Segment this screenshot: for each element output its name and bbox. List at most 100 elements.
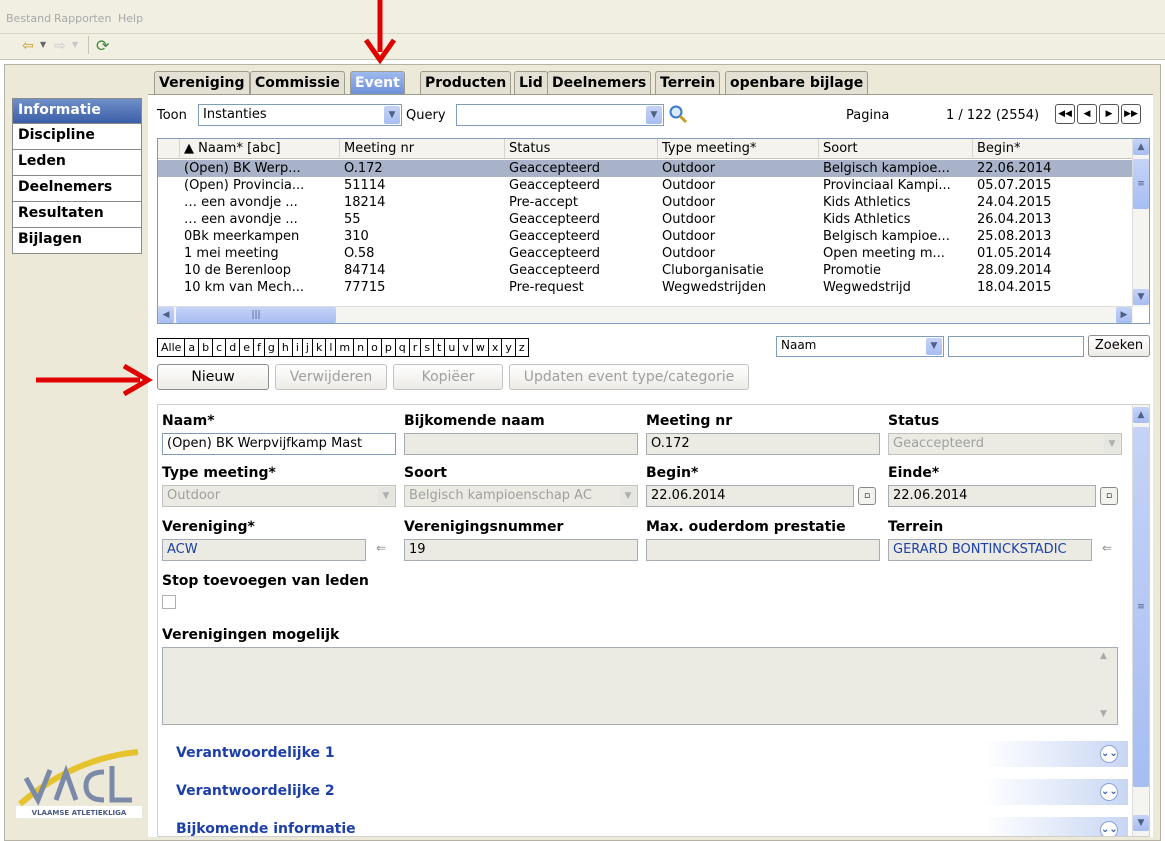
tab-openbare-bijlage[interactable]: openbare bijlage [725, 71, 869, 94]
vereniging-input[interactable]: ACW [162, 539, 366, 561]
search-icon[interactable] [668, 104, 688, 124]
refresh-icon[interactable]: ⟳ [96, 36, 109, 55]
table-row[interactable]: (Open) Provincia... 51114 Geaccepteerd Outd… [158, 177, 1133, 194]
soort-select[interactable]: Belgisch kampioenschap AC ▼ [404, 485, 638, 507]
alphabet-letter-o[interactable]: o [368, 339, 382, 356]
scroll-up-icon[interactable]: ▲ [1133, 139, 1149, 155]
sidebar-item-resultaten[interactable]: Resultaten [12, 202, 142, 228]
back-dropdown-icon[interactable]: ▼ [40, 40, 46, 49]
scroll-thumb[interactable]: ≡ [1133, 427, 1149, 787]
sidebar-item-deelnemers[interactable]: Deelnemers [12, 176, 142, 202]
tab-vereniging[interactable]: Vereniging [154, 71, 250, 94]
tab-commissie[interactable]: Commissie [250, 71, 345, 94]
toon-select[interactable]: Instanties ▼ [198, 104, 402, 126]
back-arrow-icon[interactable]: ⇦ [22, 38, 34, 54]
table-row[interactable]: … een avondje ... 55 Geaccepteerd Outdoor Ki… [158, 211, 1133, 228]
scroll-up-icon[interactable]: ▲ [1100, 651, 1107, 661]
forward-arrow-icon[interactable]: ⇨ [54, 38, 66, 54]
alphabet-letter-h[interactable]: h [278, 339, 293, 356]
first-page-button[interactable]: ◀◀ [1055, 104, 1075, 124]
section-verantwoordelijke-1[interactable]: Verantwoordelijke 1 ⌄⌄ [168, 741, 1128, 767]
menu-bestand[interactable]: Bestand [6, 12, 51, 25]
kopieer-button[interactable]: Kopiëer [393, 364, 503, 390]
alphabet-letter-f[interactable]: f [253, 339, 265, 356]
zoeken-button[interactable]: Zoeken [1088, 335, 1150, 357]
query-select[interactable]: ▼ [456, 104, 664, 126]
section-verantwoordelijke-2[interactable]: Verantwoordelijke 2 ⌄⌄ [168, 779, 1128, 805]
alphabet-letter-j[interactable]: j [302, 339, 313, 356]
scroll-left-icon[interactable]: ◀ [158, 307, 174, 323]
tab-producten[interactable]: Producten [420, 71, 512, 94]
table-row[interactable]: 10 de Berenloop 84714 Geaccepteerd Cluborga… [158, 262, 1133, 279]
table-row[interactable]: … een avondje ... 18214 Pre-accept Outdoor K… [158, 194, 1133, 211]
menu-rapporten[interactable]: Rapporten [54, 12, 111, 25]
stop-toevoegen-checkbox[interactable] [162, 595, 176, 609]
scroll-down-icon[interactable]: ▼ [1100, 709, 1107, 719]
alphabet-letter-x[interactable]: x [488, 339, 503, 356]
tab-event[interactable]: Event [350, 71, 405, 94]
next-page-button[interactable]: ▶ [1099, 104, 1119, 124]
alphabet-letter-s[interactable]: s [421, 339, 435, 356]
scroll-down-icon[interactable]: ▼ [1133, 289, 1149, 305]
updaten-event-button[interactable]: Updaten event type/categorie [509, 364, 749, 390]
begin-date-input[interactable]: 22.06.2014 [646, 485, 854, 507]
alphabet-letter-alle[interactable]: Alle [158, 339, 186, 356]
status-select[interactable]: Geaccepteerd ▼ [888, 433, 1122, 455]
last-page-button[interactable]: ▶▶ [1121, 104, 1141, 124]
bijkomende-naam-input[interactable] [404, 433, 638, 455]
alphabet-letter-k[interactable]: k [312, 339, 327, 356]
calendar-icon[interactable]: ▫ [1100, 487, 1118, 505]
sidebar-item-leden[interactable]: Leden [12, 150, 142, 176]
tab-lid[interactable]: Lid [514, 71, 548, 94]
nieuw-button[interactable]: Nieuw [157, 364, 269, 390]
col-naam[interactable]: ▲ Naam* [abc] [180, 139, 340, 159]
col-type-meeting[interactable]: Type meeting* [658, 139, 819, 159]
hscroll-thumb[interactable]: ||| [176, 307, 336, 323]
chevron-down-icon[interactable]: ▼ [384, 106, 400, 124]
col-begin[interactable]: Begin* [973, 139, 1133, 159]
type-meeting-select[interactable]: Outdoor ▼ [162, 485, 396, 507]
search-field-select[interactable]: Naam ▼ [776, 336, 944, 357]
lookup-arrow-icon[interactable]: ⇐ [1096, 541, 1118, 559]
table-row[interactable]: (Open) BK Werp... O.172 Geaccepteerd Outdoo… [158, 160, 1133, 177]
alphabet-letter-m[interactable]: m [336, 339, 355, 356]
alphabet-letter-b[interactable]: b [199, 339, 214, 356]
einde-date-input[interactable]: 22.06.2014 [888, 485, 1096, 507]
detail-vertical-scrollbar[interactable]: ▲ ≡ ▼ [1132, 405, 1149, 836]
alphabet-letter-t[interactable]: t [434, 339, 446, 356]
verenigingen-mogelijk-textarea[interactable] [162, 647, 1118, 725]
prev-page-button[interactable]: ◀ [1077, 104, 1097, 124]
alphabet-letter-c[interactable]: c [213, 339, 227, 356]
alphabet-letter-l[interactable]: l [326, 339, 337, 356]
scroll-thumb[interactable]: ≡ [1133, 159, 1149, 209]
chevron-down-icon[interactable]: ▼ [1104, 435, 1120, 453]
alphabet-letter-n[interactable]: n [354, 339, 369, 356]
tab-terrein[interactable]: Terrein [655, 71, 721, 94]
table-row[interactable]: 0Bk meerkampen 310 Geaccepteerd Outdoor Belg… [158, 228, 1133, 245]
max-ouderdom-input[interactable] [646, 539, 880, 561]
alphabet-letter-y[interactable]: y [502, 339, 516, 356]
table-row[interactable]: 10 km van Mech... 77715 Pre-request Wegweds… [158, 279, 1133, 296]
chevron-down-icon[interactable]: ⌄⌄ [1100, 783, 1118, 801]
alphabet-letter-g[interactable]: g [264, 339, 279, 356]
terrein-input[interactable]: GERARD BONTINCKSTADIC [888, 539, 1092, 561]
lookup-arrow-icon[interactable]: ⇐ [370, 541, 392, 559]
scroll-down-icon[interactable]: ▼ [1133, 815, 1149, 831]
col-meeting-nr[interactable]: Meeting nr [340, 139, 505, 159]
verwijderen-button[interactable]: Verwijderen [275, 364, 387, 390]
alphabet-letter-p[interactable]: p [381, 339, 396, 356]
alphabet-letter-w[interactable]: w [472, 339, 489, 356]
col-status[interactable]: Status [505, 139, 658, 159]
alphabet-letter-q[interactable]: q [395, 339, 410, 356]
scroll-up-icon[interactable]: ▲ [1133, 407, 1149, 423]
verenigingsnummer-input[interactable]: 19 [404, 539, 638, 561]
sidebar-item-discipline[interactable]: Discipline [12, 124, 142, 150]
alphabet-letter-u[interactable]: u [445, 339, 460, 356]
alphabet-letter-i[interactable]: i [292, 339, 303, 356]
chevron-down-icon[interactable]: ⌄⌄ [1100, 745, 1118, 763]
forward-dropdown-icon[interactable]: ▼ [72, 40, 78, 49]
chevron-down-icon[interactable]: ▼ [378, 487, 394, 505]
table-vertical-scrollbar[interactable]: ▲ ≡ ▼ [1132, 139, 1149, 307]
col-soort[interactable]: Soort [819, 139, 973, 159]
chevron-down-icon[interactable]: ▼ [926, 338, 942, 355]
